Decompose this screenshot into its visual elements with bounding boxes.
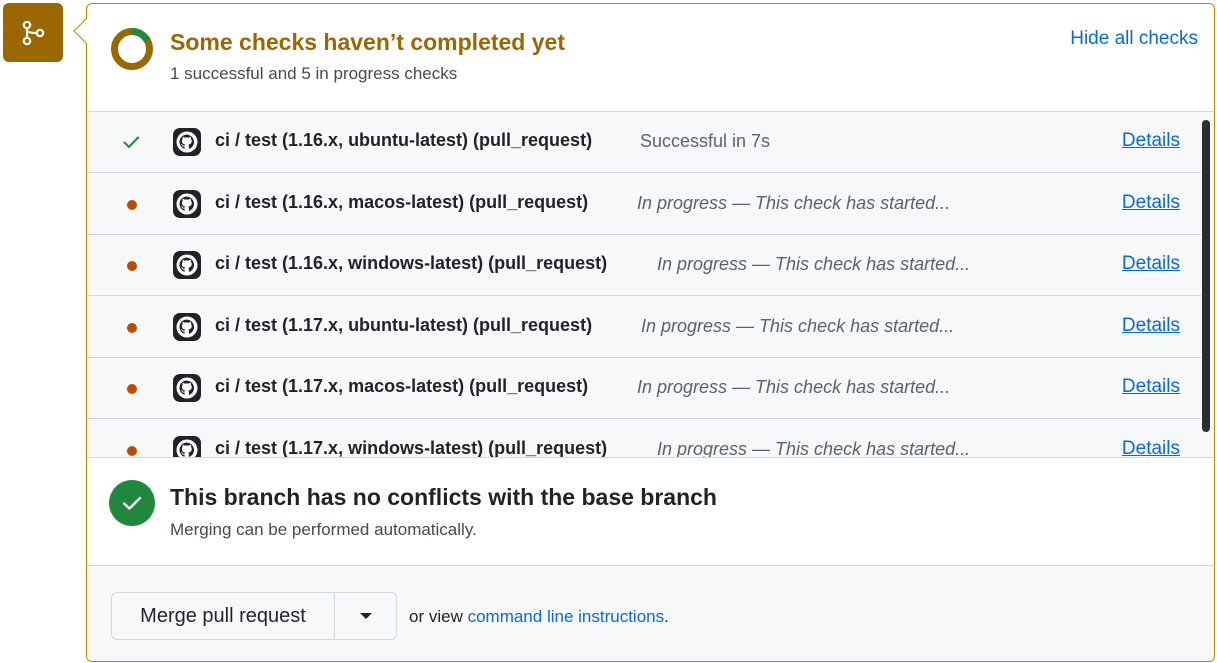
in-progress-ring-icon	[111, 28, 153, 70]
triangle-down-icon	[359, 613, 372, 619]
merge-pull-request-button[interactable]: Merge pull request	[112, 593, 335, 639]
merge-ok-badge	[109, 480, 155, 526]
check-circle-icon	[122, 496, 142, 510]
check-description: In progress — This check has started...	[657, 438, 971, 458]
merge-box: Some checks haven’t completed yet 1 succ…	[86, 3, 1215, 662]
merge-options-dropdown-button[interactable]	[335, 593, 396, 639]
check-description: In progress — This check has started...	[657, 254, 971, 274]
check-row: ci / test (1.17.x, windows-latest) (pull…	[87, 419, 1201, 458]
merge-footer: Merge pull request or view command line …	[87, 566, 1214, 661]
checks-status-subtitle: 1 successful and 5 in progress checks	[170, 64, 458, 83]
check-name: ci / test (1.16.x, macos-latest) (pull_r…	[215, 191, 589, 212]
check-details-link[interactable]: Details	[1122, 376, 1180, 398]
dot-icon	[127, 384, 137, 394]
check-row: ci / test (1.16.x, macos-latest) (pull_r…	[87, 173, 1201, 235]
command-line-instructions-link[interactable]: command line instructions	[468, 607, 665, 626]
checks-status-title: Some checks haven’t completed yet	[170, 29, 565, 55]
git-merge-icon	[22, 20, 45, 45]
merge-status-section: This branch has no conflicts with the ba…	[87, 458, 1214, 566]
merge-status-title: This branch has no conflicts with the ba…	[170, 484, 717, 510]
dot-icon	[127, 261, 137, 271]
check-details-link[interactable]: Details	[1122, 438, 1180, 458]
check-details-link[interactable]: Details	[1122, 192, 1180, 214]
or-view-text: or view	[409, 607, 468, 626]
merge-button-group: Merge pull request	[111, 592, 397, 640]
dot-icon	[127, 322, 137, 333]
dot-icon	[127, 199, 137, 210]
check-name: ci / test (1.16.x, windows-latest) (pull…	[215, 253, 608, 273]
git-merge-badge	[3, 3, 63, 62]
checks-scrollbar[interactable]	[1202, 120, 1210, 432]
check-description: In progress — This check has started...	[637, 377, 951, 397]
check-name: ci / test (1.17.x, macos-latest) (pull_r…	[215, 376, 589, 396]
github-logo-icon	[172, 435, 202, 457]
check-description: In progress — This check has started...	[641, 315, 955, 336]
hint-period: .	[664, 607, 669, 626]
check-row: ci / test (1.17.x, macos-latest) (pull_r…	[87, 358, 1201, 419]
check-description: Successful in 7s	[640, 131, 771, 151]
check-details-link[interactable]: Details	[1122, 315, 1180, 337]
github-logo-icon	[172, 373, 202, 403]
github-logo-icon	[172, 189, 202, 219]
dot-icon	[127, 445, 137, 456]
check-icon	[123, 136, 139, 149]
check-details-link[interactable]: Details	[1122, 130, 1180, 152]
checks-status-header: Some checks haven’t completed yet 1 succ…	[87, 4, 1214, 112]
command-line-hint: or view command line instructions.	[409, 607, 669, 627]
check-row: ci / test (1.16.x, ubuntu-latest) (pull_…	[87, 112, 1201, 173]
check-row: ci / test (1.17.x, ubuntu-latest) (pull_…	[87, 296, 1201, 358]
check-description: In progress — This check has started...	[637, 192, 951, 213]
github-logo-icon	[172, 127, 202, 157]
hide-all-checks-link[interactable]: Hide all checks	[1070, 28, 1198, 50]
check-details-link[interactable]: Details	[1122, 253, 1180, 275]
checks-list[interactable]: ci / test (1.16.x, ubuntu-latest) (pull_…	[87, 112, 1214, 458]
check-name: ci / test (1.17.x, ubuntu-latest) (pull_…	[215, 314, 593, 335]
check-row: ci / test (1.16.x, windows-latest) (pull…	[87, 235, 1201, 296]
check-name: ci / test (1.16.x, ubuntu-latest) (pull_…	[215, 130, 593, 150]
merge-status-subtitle: Merging can be performed automatically.	[170, 520, 477, 539]
github-logo-icon	[172, 312, 202, 342]
github-logo-icon	[172, 250, 202, 280]
check-name: ci / test (1.17.x, windows-latest) (pull…	[215, 437, 608, 458]
